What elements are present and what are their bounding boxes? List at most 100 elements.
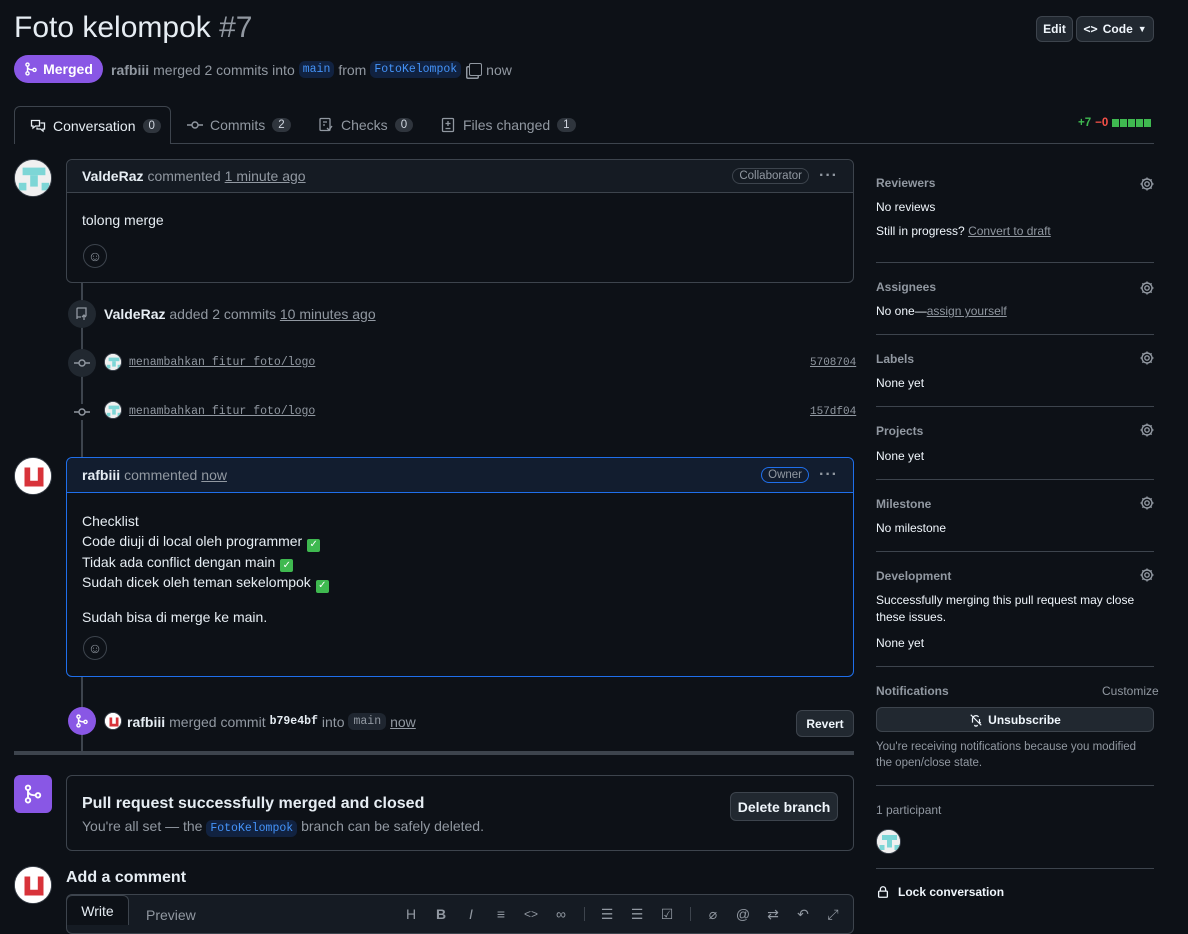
reply-icon[interactable]: ↶ [795, 906, 811, 922]
file-diff-icon [441, 117, 455, 133]
heading-icon[interactable]: H [403, 906, 419, 922]
draft-hint: Still in progress? Convert to draft [876, 224, 1051, 238]
head-branch[interactable]: FotoKelompok [370, 61, 462, 78]
merge-commit-sha[interactable]: b79e4bf [270, 715, 318, 728]
kebab-menu-icon[interactable]: ··· [819, 168, 838, 184]
cross-reference-icon[interactable]: ⇄ [765, 906, 781, 922]
comment-time[interactable]: now [201, 467, 227, 483]
comment-header: ValdeRaz commented 1 minute ago Collabor… [67, 160, 853, 193]
gear-icon[interactable] [1139, 422, 1155, 438]
role-badge: Collaborator [732, 168, 810, 184]
projects-value: None yet [876, 449, 925, 463]
unordered-list-icon[interactable]: ☰ [629, 906, 645, 922]
avatar[interactable] [104, 712, 122, 730]
avatar[interactable] [14, 866, 52, 904]
development-title[interactable]: Development [876, 569, 951, 583]
git-merge-icon [25, 62, 37, 76]
commit-sha[interactable]: 157df04 [810, 406, 856, 418]
fullscreen-icon[interactable]: ⤢ [825, 906, 841, 922]
base-branch[interactable]: main [348, 713, 387, 730]
link-icon[interactable]: ∞ [553, 906, 569, 922]
delete-branch-button[interactable]: Delete branch [730, 792, 838, 821]
reviewers-title[interactable]: Reviewers [876, 176, 935, 190]
head-branch[interactable]: FotoKelompok [206, 820, 298, 837]
role-badge: Owner [761, 467, 810, 483]
sidebar-divider [876, 262, 1154, 263]
state-badge: Merged [14, 55, 103, 83]
gear-icon[interactable] [1139, 567, 1155, 583]
italic-icon[interactable]: I [463, 906, 479, 922]
tab-checks[interactable]: Checks 0 [318, 106, 414, 144]
gear-icon[interactable] [1139, 176, 1155, 192]
sidebar-divider [876, 868, 1154, 869]
comment-time[interactable]: 1 minute ago [225, 168, 306, 184]
labels-title[interactable]: Labels [876, 352, 914, 366]
mention-icon[interactable]: @ [735, 906, 751, 922]
quote-icon[interactable]: ≡ [493, 906, 509, 922]
sidebar-divider [876, 666, 1154, 667]
avatar[interactable] [104, 353, 122, 371]
comment-author[interactable]: rafbiii [82, 467, 120, 483]
tasklist-icon[interactable]: ☑ [659, 906, 675, 922]
milestone-title[interactable]: Milestone [876, 497, 931, 511]
gear-icon[interactable] [1139, 350, 1155, 366]
smiley-icon[interactable]: ☺ [83, 636, 107, 660]
tab-commits[interactable]: Commits 2 [187, 106, 291, 144]
assign-yourself-link[interactable]: assign yourself [927, 304, 1007, 318]
event-author[interactable]: rafbiii [127, 714, 165, 730]
reviewers-value: No reviews [876, 200, 936, 214]
pr-number: #7 [219, 11, 253, 44]
comment-box: ValdeRaz commented 1 minute ago Collabor… [66, 159, 854, 283]
preview-tab[interactable]: Preview [146, 907, 196, 923]
edit-button[interactable]: Edit [1036, 16, 1073, 42]
convert-to-draft-link[interactable]: Convert to draft [968, 224, 1051, 238]
repo-push-icon [68, 300, 96, 328]
base-branch[interactable]: main [298, 61, 335, 78]
unsubscribe-button[interactable]: Unsubscribe [876, 707, 1154, 732]
bell-slash-icon [970, 713, 982, 727]
checklist-icon [319, 117, 333, 132]
write-tab[interactable]: Write [66, 895, 129, 925]
assignees-title[interactable]: Assignees [876, 280, 936, 294]
pr-time: now [486, 61, 512, 78]
labels-value: None yet [876, 376, 925, 390]
gear-icon[interactable] [1139, 495, 1155, 511]
smiley-icon[interactable]: ☺ [83, 244, 107, 268]
commit-message[interactable]: menambahkan fitur foto/logo [129, 356, 315, 369]
tab-files-changed[interactable]: Files changed 1 [440, 106, 576, 144]
customize-link[interactable]: Customize [1102, 684, 1159, 698]
commit-sha[interactable]: 5708704 [810, 357, 856, 369]
author-link[interactable]: rafbiii [111, 62, 149, 78]
check-mark-icon: ✓ [307, 538, 321, 552]
toolbar-divider [584, 907, 585, 921]
comment-author[interactable]: ValdeRaz [82, 168, 143, 184]
avatar[interactable] [14, 457, 52, 495]
notifications-reason: You're receiving notifications because y… [876, 741, 1137, 769]
event-time[interactable]: now [390, 714, 416, 730]
gear-icon[interactable] [1139, 280, 1155, 296]
commit-message[interactable]: menambahkan fitur foto/logo [129, 405, 315, 418]
numbered-list-icon[interactable]: ☰ [599, 906, 615, 922]
lock-conversation[interactable]: Lock conversation [876, 885, 1004, 899]
avatar[interactable] [104, 401, 122, 419]
merge-event-text: rafbiii merged commit b79e4bf into main … [127, 713, 416, 730]
bold-icon[interactable]: B [433, 906, 449, 922]
git-merge-icon [68, 707, 96, 735]
code-button[interactable]: <> Code ▼ [1076, 16, 1154, 42]
kebab-menu-icon[interactable]: ··· [819, 467, 838, 483]
development-value: None yet [876, 636, 925, 650]
avatar[interactable] [876, 829, 901, 854]
avatar[interactable] [14, 159, 52, 197]
merged-title: Pull request successfully merged and clo… [82, 795, 425, 812]
revert-button[interactable]: Revert [796, 710, 854, 737]
toolbar-divider [690, 907, 691, 921]
projects-title[interactable]: Projects [876, 424, 923, 438]
event-time[interactable]: 10 minutes ago [280, 306, 376, 322]
sidebar-divider [876, 551, 1154, 552]
copy-icon[interactable] [469, 63, 483, 76]
comment-body: tolong merge [82, 212, 164, 228]
tab-conversation[interactable]: Conversation 0 [14, 106, 171, 144]
event-author[interactable]: ValdeRaz [104, 306, 165, 322]
paperclip-icon[interactable]: ⌀ [705, 906, 721, 922]
code-icon[interactable]: <> [523, 906, 539, 922]
